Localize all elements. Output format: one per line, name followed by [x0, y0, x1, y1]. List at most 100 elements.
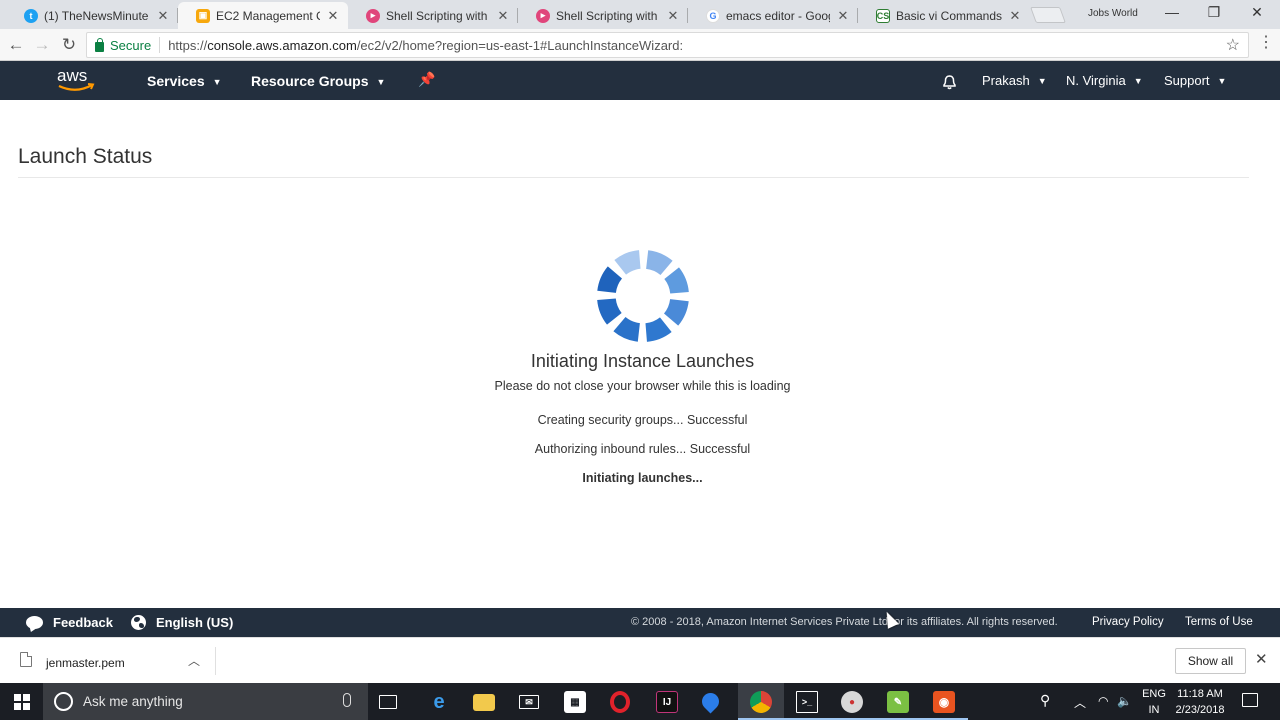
store-icon[interactable]: ▦: [564, 691, 586, 713]
secure-indicator[interactable]: Secure: [95, 37, 161, 53]
chevron-down-icon: ▼: [376, 77, 386, 87]
services-menu[interactable]: Services ▼: [147, 73, 222, 89]
udemy-icon: ▸: [366, 8, 380, 23]
region-name: N. Virginia: [1066, 73, 1126, 88]
aws-top-nav: aws Services ▼ Resource Groups ▼ 📌 Prakash…: [0, 61, 1280, 100]
user-name: Prakash: [982, 73, 1030, 88]
step-security-groups: Creating security groups... Successful: [537, 413, 748, 427]
launch-status-heading: Initiating Instance Launches: [530, 351, 755, 371]
resource-groups-menu[interactable]: Resource Groups ▼: [251, 73, 385, 89]
services-label: Services: [147, 73, 205, 89]
url-text: https://console.aws.amazon.com/ec2/v2/ho…: [168, 38, 683, 53]
intellij-icon[interactable]: IJ: [656, 691, 678, 713]
windows-taskbar: Ask me anything e ✉ ▦ IJ >_ ● ✎ ◉ ⚲ ︿ ◠ …: [0, 683, 1280, 720]
close-window-icon[interactable]: ✕: [1247, 4, 1267, 21]
close-tab-icon[interactable]: ✕: [666, 8, 680, 24]
close-tab-icon[interactable]: ✕: [1008, 8, 1022, 24]
cortana-search-box[interactable]: Ask me anything: [43, 683, 368, 720]
tab-title: Basic vi Commands: [896, 8, 1002, 23]
show-all-downloads-button[interactable]: Show all: [1175, 648, 1246, 674]
opera-icon[interactable]: [610, 691, 630, 713]
address-bar[interactable]: Secure https://console.aws.amazon.com/ec…: [86, 32, 1249, 58]
cs-icon: CS: [876, 8, 890, 23]
reload-icon[interactable]: ↻: [58, 34, 80, 56]
browser-tab[interactable]: ▸ Shell Scripting with Ba ✕: [348, 2, 518, 29]
cortana-placeholder: Ask me anything: [83, 694, 183, 709]
action-center-icon[interactable]: [1242, 693, 1258, 707]
download-shelf: jenmaster.pem ︿ Show all ✕: [0, 637, 1280, 683]
feedback-label: Feedback: [53, 615, 113, 630]
new-tab-button[interactable]: [1030, 7, 1066, 23]
chevron-up-icon[interactable]: ︿: [1074, 694, 1086, 711]
lock-icon: [95, 37, 104, 52]
tab-title: EC2 Management Con: [216, 8, 320, 23]
browser-tab[interactable]: t (1) TheNewsMinute (@ ✕: [6, 2, 178, 29]
url-path: /ec2/v2/home?region=us-east-1#LaunchInst…: [356, 37, 684, 53]
region-menu[interactable]: N. Virginia ▼: [1066, 73, 1143, 88]
people-icon[interactable]: ⚲: [1040, 692, 1050, 709]
back-icon[interactable]: ←: [5, 34, 27, 56]
close-tab-icon[interactable]: ✕: [496, 8, 510, 24]
edge-browser-icon[interactable]: e: [428, 691, 450, 713]
notepad-icon[interactable]: ✎: [887, 691, 909, 713]
profile-label[interactable]: Jobs World: [1088, 8, 1138, 19]
terminal-icon[interactable]: >_: [796, 691, 818, 713]
account-menu[interactable]: Prakash ▼: [982, 73, 1047, 88]
microphone-icon[interactable]: [343, 693, 351, 707]
aws-logo[interactable]: aws: [56, 66, 98, 94]
chevron-up-icon[interactable]: ︿: [188, 652, 200, 669]
chevron-down-icon: ▼: [1217, 76, 1227, 86]
support-label: Support: [1164, 73, 1210, 88]
browser-tab[interactable]: ▸ Shell Scripting with Ba ✕: [518, 2, 688, 29]
browser-tab[interactable]: G emacs editor - Google ✕: [688, 2, 858, 29]
close-download-shelf-icon[interactable]: ✕: [1255, 650, 1268, 668]
bell-icon[interactable]: [941, 73, 958, 90]
step-initiating-launches: Initiating launches...: [582, 471, 703, 485]
chrome-icon[interactable]: [750, 691, 772, 713]
globe-icon: [131, 615, 146, 630]
chevron-down-icon: ▼: [1133, 76, 1143, 86]
browser-tab[interactable]: CS Basic vi Commands ✕: [858, 2, 1030, 29]
pin-icon[interactable]: 📌: [418, 71, 435, 88]
support-menu[interactable]: Support ▼: [1164, 73, 1226, 88]
lang-line2: IN: [1148, 704, 1160, 716]
wifi-icon[interactable]: ◠: [1098, 694, 1108, 708]
page-title: Launch Status: [18, 145, 153, 168]
aws-cube-icon: ▣: [196, 8, 210, 23]
aws-footer: Feedback English (US) © 2008 - 2018, Ama…: [0, 608, 1280, 637]
tab-title: (1) TheNewsMinute (@: [44, 8, 150, 23]
step-inbound-rules: Authorizing inbound rules... Successful: [534, 442, 751, 456]
forward-icon[interactable]: →: [31, 34, 53, 56]
windows-start-icon[interactable]: [14, 694, 30, 710]
privacy-policy-link[interactable]: Privacy Policy: [1092, 616, 1164, 628]
chevron-down-icon: ▼: [1037, 76, 1047, 86]
close-tab-icon[interactable]: ✕: [156, 8, 170, 24]
close-tab-icon[interactable]: ✕: [836, 8, 850, 24]
task-view-icon[interactable]: [379, 695, 397, 709]
mail-icon[interactable]: ✉: [519, 695, 539, 709]
browser-tab-active[interactable]: ▣ EC2 Management Con ✕: [178, 2, 348, 29]
browser-toolbar: ← → ↻ Secure https://console.aws.amazon.…: [0, 29, 1280, 61]
feedback-button[interactable]: Feedback: [26, 615, 113, 630]
chrome-menu-icon[interactable]: ⋮: [1258, 32, 1274, 52]
loading-warning-text: Please do not close your browser while t…: [494, 379, 791, 393]
file-explorer-icon[interactable]: [473, 694, 495, 711]
download-file-name[interactable]: jenmaster.pem: [46, 656, 125, 670]
cortana-icon: [54, 692, 73, 711]
language-selector[interactable]: English (US): [131, 615, 233, 630]
clock-time: 11:18 AM: [1177, 688, 1223, 700]
minimize-icon[interactable]: —: [1162, 4, 1182, 20]
input-language-indicator[interactable]: ENG IN: [1141, 686, 1167, 718]
terms-of-use-link[interactable]: Terms of Use: [1185, 616, 1253, 628]
system-clock[interactable]: 11:18 AM 2/23/2018: [1168, 686, 1232, 718]
restore-icon[interactable]: ❐: [1204, 4, 1224, 21]
title-divider: [18, 177, 1249, 178]
file-icon: [20, 652, 32, 667]
volume-icon[interactable]: 🔈: [1117, 694, 1132, 708]
bookmark-star-icon[interactable]: ☆: [1226, 35, 1240, 55]
close-tab-icon[interactable]: ✕: [326, 8, 340, 24]
ubuntu-vm-icon[interactable]: ◉: [933, 691, 955, 713]
paint-icon[interactable]: ●: [841, 691, 863, 713]
resource-groups-label: Resource Groups: [251, 73, 369, 89]
aws-logo-text: aws: [57, 66, 87, 85]
